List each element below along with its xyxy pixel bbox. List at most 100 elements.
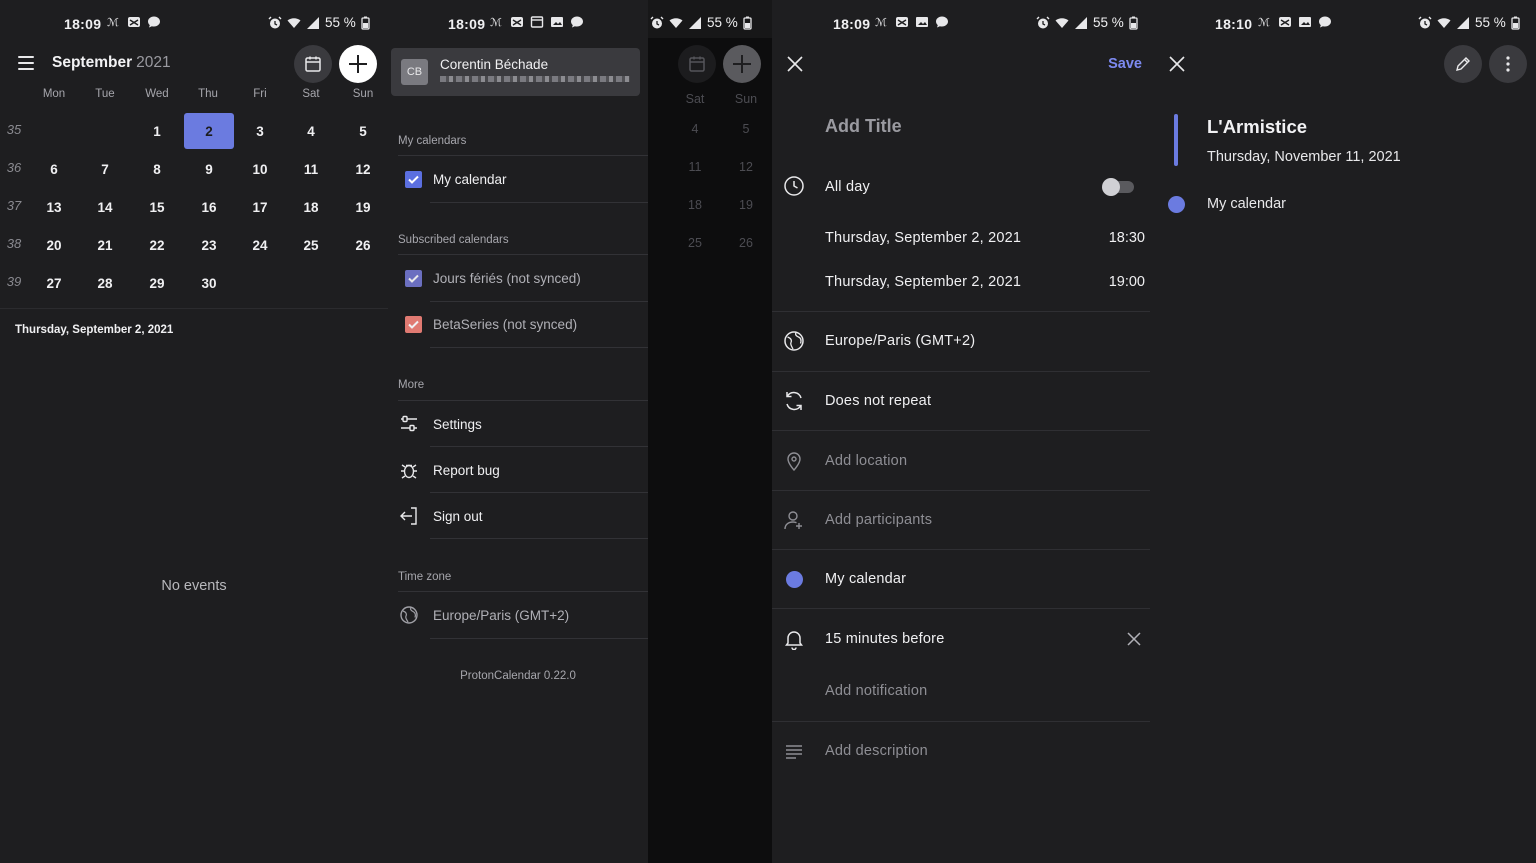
day-cell[interactable]: 4 [286, 113, 336, 149]
timezone-row[interactable]: Europe/Paris (GMT+2) [772, 330, 1156, 354]
participants-row[interactable]: Add participants [772, 509, 1156, 533]
notification-icon: ℳ [875, 16, 887, 29]
day-cell[interactable]: 30 [184, 265, 234, 301]
menu-item-report-bug[interactable]: Report bug [398, 447, 648, 493]
checkbox-checked-icon[interactable] [405, 315, 422, 333]
day-cell[interactable]: 14 [80, 189, 130, 225]
today-button[interactable] [294, 45, 332, 83]
notification-icons: ℳ [107, 15, 161, 29]
day-cell[interactable]: 19 [338, 189, 388, 225]
weekday-label: Sun [352, 88, 374, 100]
calendar-item-my-calendar[interactable]: My calendar [398, 156, 648, 202]
menu-item-settings[interactable]: Settings [398, 401, 648, 447]
battery-percent: 55 % [1475, 15, 1506, 30]
calendar-item-betaseries[interactable]: BetaSeries (not synced) [398, 301, 648, 347]
end-date[interactable]: Thursday, September 2, 2021 [825, 274, 1021, 290]
day-cell[interactable]: 16 [184, 189, 234, 225]
divider [772, 721, 1150, 722]
title-input[interactable]: Add Title [825, 116, 902, 137]
divider [772, 371, 1150, 372]
day-cell[interactable]: 21 [80, 227, 130, 263]
checkbox-checked-icon[interactable] [405, 170, 422, 188]
timezone-label: Europe/Paris (GMT+2) [433, 607, 570, 623]
start-date[interactable]: Thursday, September 2, 2021 [825, 230, 1021, 246]
calendar-notification-icon [530, 16, 544, 28]
day-cell[interactable]: 15 [132, 189, 182, 225]
day-cell[interactable]: 10 [235, 151, 285, 187]
day-cell[interactable]: 9 [184, 151, 234, 187]
month-year: 2021 [136, 54, 171, 71]
notification-row[interactable]: 15 minutes before [772, 628, 1156, 652]
day-cell[interactable]: 28 [80, 265, 130, 301]
divider [772, 490, 1150, 491]
day-cell[interactable]: 8 [132, 151, 182, 187]
day-cell[interactable]: 17 [235, 189, 285, 225]
divider [772, 311, 1150, 312]
day-cell[interactable]: 27 [29, 265, 79, 301]
close-icon[interactable] [786, 55, 804, 73]
description-row[interactable]: Add description [772, 740, 1156, 764]
timezone-item[interactable]: Europe/Paris (GMT+2) [398, 592, 648, 638]
battery-percent: 55 % [1093, 15, 1124, 30]
day-cell[interactable]: 26 [338, 227, 388, 263]
notification-icon: ℳ [1258, 16, 1270, 29]
checkbox-checked-icon[interactable] [405, 269, 422, 287]
repeat-icon [786, 391, 802, 411]
event-calendar-label: My calendar [1207, 196, 1286, 212]
day-cell[interactable]: 18 [286, 189, 336, 225]
create-event-button[interactable] [339, 45, 377, 83]
divider [430, 202, 648, 203]
day-cell[interactable]: 11 [286, 151, 336, 187]
day-cell[interactable]: 1 [132, 113, 182, 149]
calendar-row[interactable]: My calendar [772, 568, 1156, 592]
day-cell[interactable]: 20 [29, 227, 79, 263]
participants-input[interactable]: Add participants [825, 512, 932, 528]
close-icon[interactable] [1168, 55, 1186, 73]
calendar-item-jours-feries[interactable]: Jours fériés (not synced) [398, 255, 648, 301]
scrim[interactable]: Sat Sun 4 5 11 12 18 19 25 26 [648, 38, 772, 863]
day-cell[interactable]: 12 [338, 151, 388, 187]
mail-icon [896, 17, 908, 27]
day-cell[interactable]: 25 [286, 227, 336, 263]
mail-icon [1279, 17, 1291, 27]
battery-icon [1511, 16, 1520, 30]
create-event-button-dimmed [723, 45, 761, 83]
account-switcher[interactable]: CB Corentin Béchade [391, 48, 640, 96]
day-cell-selected[interactable]: 2 [184, 113, 234, 149]
menu-item-sign-out[interactable]: Sign out [398, 493, 648, 539]
battery-percent: 55 % [325, 15, 356, 30]
end-datetime-row[interactable]: Thursday, September 2, 2021 19:00 [772, 273, 1156, 295]
day-cell[interactable]: 7 [80, 151, 130, 187]
day-cell[interactable]: 23 [184, 227, 234, 263]
day-cell[interactable]: 29 [132, 265, 182, 301]
location-input[interactable]: Add location [825, 453, 907, 469]
mail-icon [128, 17, 140, 27]
remove-notification-icon[interactable] [1126, 631, 1142, 647]
day-cell[interactable]: 22 [132, 227, 182, 263]
add-notification-row[interactable]: Add notification [772, 680, 1156, 704]
all-day-toggle[interactable] [1102, 178, 1134, 196]
day-cell[interactable]: 3 [235, 113, 285, 149]
day-cell: 26 [739, 236, 753, 250]
menu-icon[interactable] [18, 56, 34, 70]
day-cell[interactable]: 6 [29, 151, 79, 187]
system-icons: 55 % [1036, 15, 1138, 30]
day-cell[interactable]: 13 [29, 189, 79, 225]
more-options-button[interactable] [1489, 45, 1527, 83]
location-row[interactable]: Add location [772, 450, 1156, 474]
start-datetime-row[interactable]: Thursday, September 2, 2021 18:30 [772, 229, 1156, 251]
month-title[interactable]: September 2021 [52, 54, 171, 72]
day-cell[interactable]: 5 [338, 113, 388, 149]
start-time[interactable]: 18:30 [1109, 230, 1145, 246]
add-notification-button[interactable]: Add notification [825, 683, 927, 699]
divider [772, 608, 1150, 609]
description-input[interactable]: Add description [825, 743, 928, 759]
day-cell[interactable]: 24 [235, 227, 285, 263]
signal-icon [689, 16, 701, 29]
save-button[interactable]: Save [1108, 56, 1142, 72]
end-time[interactable]: 19:00 [1109, 274, 1145, 290]
repeat-row[interactable]: Does not repeat [772, 390, 1156, 414]
calendar-color-dot [786, 571, 803, 588]
all-day-row[interactable]: All day [772, 175, 1156, 201]
edit-button[interactable] [1444, 45, 1482, 83]
